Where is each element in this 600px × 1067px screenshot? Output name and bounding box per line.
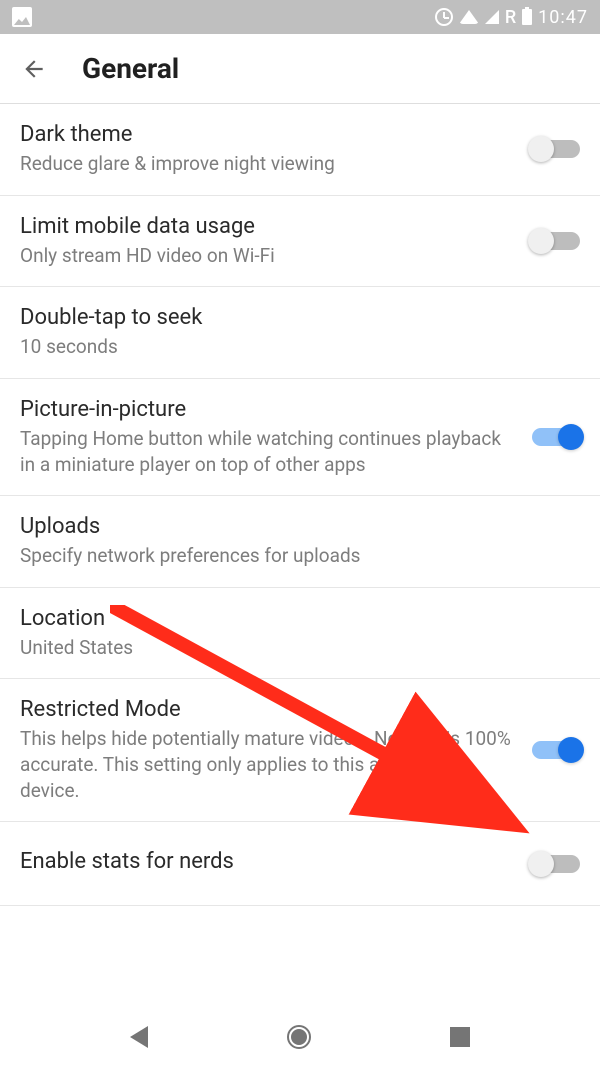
toggle-knob [528,228,554,254]
setting-text: Dark theme Reduce glare & improve night … [20,122,516,177]
setting-restricted-mode[interactable]: Restricted Mode This helps hide potentia… [0,679,600,822]
setting-text: Location United States [20,606,580,661]
image-notification-icon [12,7,32,27]
battery-icon [522,9,532,25]
setting-text: Double-tap to seek 10 seconds [20,305,580,360]
setting-subtitle: Reduce glare & improve night viewing [20,151,516,177]
setting-title: Restricted Mode [20,697,516,722]
app-bar: General [0,34,600,104]
setting-subtitle: 10 seconds [20,334,580,360]
signal-icon [485,10,499,24]
setting-title: Picture-in-picture [20,397,516,422]
setting-text: Uploads Specify network preferences for … [20,514,580,569]
back-arrow-icon [21,56,47,82]
page-title: General [82,52,179,85]
setting-subtitle: Specify network preferences for uploads [20,543,580,569]
restricted-mode-toggle[interactable] [532,741,580,759]
setting-limit-mobile-data[interactable]: Limit mobile data usage Only stream HD v… [0,196,600,288]
nav-back-button[interactable] [130,1026,148,1048]
setting-title: Enable stats for nerds [20,849,516,874]
dark-theme-toggle[interactable] [532,140,580,158]
setting-text: Enable stats for nerds [20,849,516,878]
setting-double-tap-seek[interactable]: Double-tap to seek 10 seconds [0,287,600,379]
setting-dark-theme[interactable]: Dark theme Reduce glare & improve night … [0,104,600,196]
setting-subtitle: United States [20,635,580,661]
settings-list: Dark theme Reduce glare & improve night … [0,104,600,906]
stats-for-nerds-toggle[interactable] [532,855,580,873]
setting-picture-in-picture[interactable]: Picture-in-picture Tapping Home button w… [0,379,600,496]
setting-title: Double-tap to seek [20,305,580,330]
status-clock: 10:47 [538,7,588,28]
status-left [12,7,32,27]
setting-text: Picture-in-picture Tapping Home button w… [20,397,516,477]
status-bar: R 10:47 [0,0,600,34]
setting-subtitle: Tapping Home button while watching conti… [20,426,516,477]
navigation-bar [0,1007,600,1067]
nav-recent-button[interactable] [450,1027,470,1047]
setting-title: Uploads [20,514,580,539]
setting-uploads[interactable]: Uploads Specify network preferences for … [0,496,600,588]
toggle-knob [558,424,584,450]
setting-title: Location [20,606,580,631]
setting-stats-for-nerds[interactable]: Enable stats for nerds [0,822,600,906]
status-right: R 10:47 [435,7,588,28]
setting-text: Restricted Mode This helps hide potentia… [20,697,516,803]
wifi-icon [459,10,479,24]
setting-title: Dark theme [20,122,516,147]
setting-subtitle: Only stream HD video on Wi-Fi [20,243,516,269]
network-indicator: R [505,7,516,28]
toggle-knob [528,851,554,877]
setting-title: Limit mobile data usage [20,214,516,239]
alarm-icon [435,8,453,26]
back-button[interactable] [20,55,48,83]
setting-subtitle: This helps hide potentially mature video… [20,726,516,803]
setting-text: Limit mobile data usage Only stream HD v… [20,214,516,269]
setting-location[interactable]: Location United States [0,588,600,680]
limit-mobile-data-toggle[interactable] [532,232,580,250]
picture-in-picture-toggle[interactable] [532,428,580,446]
toggle-knob [558,737,584,763]
toggle-knob [528,136,554,162]
nav-home-button[interactable] [287,1025,311,1049]
